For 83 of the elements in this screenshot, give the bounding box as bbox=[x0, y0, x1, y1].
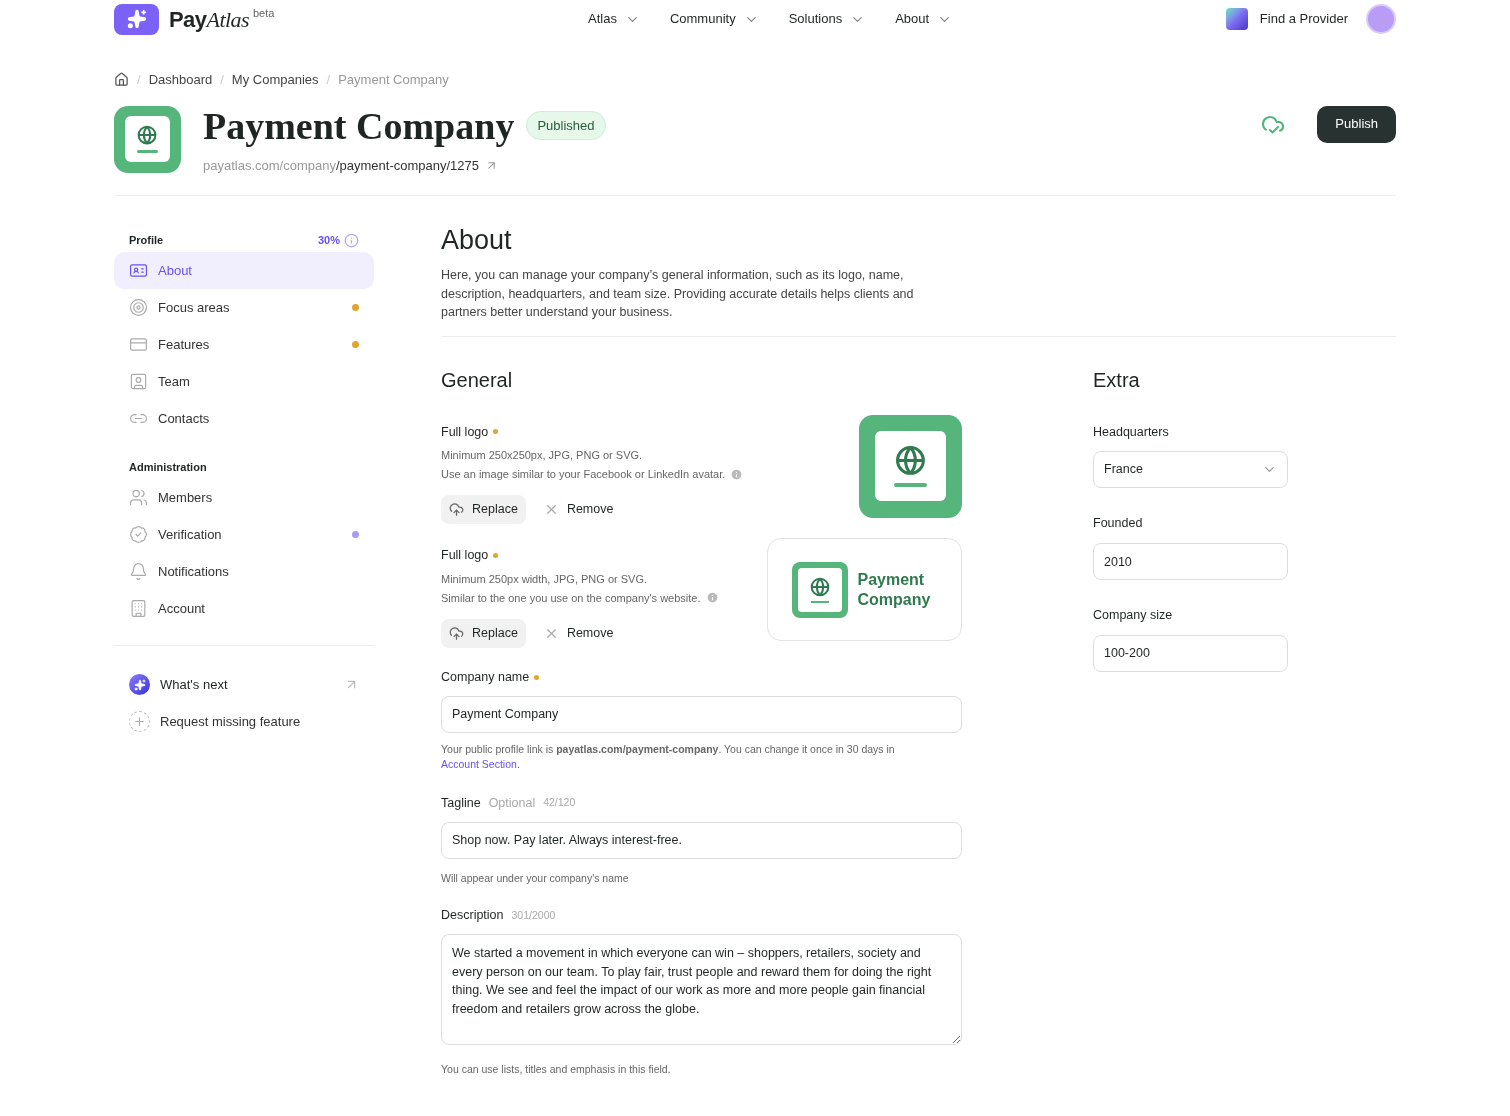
field-label: Headquarters bbox=[1093, 423, 1170, 441]
hint-text: Will appear under your company's name bbox=[441, 870, 630, 886]
sidebar-item[interactable]: Notifications bbox=[114, 553, 374, 590]
section-heading: Administration bbox=[129, 459, 207, 475]
find-provider-link[interactable]: Find a Provider bbox=[1259, 9, 1348, 29]
globe-icon bbox=[895, 445, 926, 476]
text-input[interactable]: 100-200 bbox=[1093, 634, 1288, 672]
publish-button[interactable]: Publish bbox=[1317, 105, 1396, 143]
section-heading: Profile bbox=[129, 232, 164, 248]
request-feature-link[interactable]: Request missing feature bbox=[114, 703, 374, 740]
user-square-icon bbox=[129, 372, 148, 391]
whats-next-link[interactable]: What's next bbox=[114, 666, 374, 703]
status-badge: Published bbox=[526, 110, 606, 141]
section-title: About bbox=[441, 224, 513, 256]
hint-text: Minimum 250px width, JPG, PNG or SVG. bbox=[441, 572, 648, 587]
sidebar-item[interactable]: Focus areas bbox=[114, 289, 374, 326]
provider-icon bbox=[1225, 8, 1248, 30]
field-label: Founded bbox=[1093, 515, 1144, 533]
sidebar-item[interactable]: About bbox=[114, 252, 374, 289]
building-icon bbox=[129, 599, 148, 618]
users-icon bbox=[129, 488, 148, 507]
hint-text: Similar to the one you use on the company's website. bbox=[441, 590, 701, 606]
about-description: Here, you can manage your company’s general information, such as its logo, name, description, headquarters, and team size. Providing accurate details helps clients and partners better understand your business. bbox=[441, 267, 915, 321]
avatar[interactable] bbox=[1366, 4, 1396, 34]
extra-title: Extra bbox=[1093, 367, 1141, 393]
progress-percent: 30% bbox=[317, 232, 340, 248]
replace-button[interactable]: Replace bbox=[441, 495, 526, 525]
info-icon[interactable] bbox=[344, 232, 359, 248]
field-label: Description bbox=[441, 907, 504, 925]
remove-button[interactable]: Remove bbox=[539, 500, 618, 520]
id-card-icon bbox=[129, 261, 148, 280]
globe-icon bbox=[809, 576, 830, 597]
target-icon bbox=[129, 298, 148, 317]
breadcrumb-separator: / bbox=[220, 71, 224, 89]
card-icon bbox=[129, 335, 148, 354]
sidebar-item[interactable]: Verification bbox=[114, 516, 374, 553]
sidebar-item[interactable]: Team bbox=[114, 363, 374, 400]
field-label: Full logo bbox=[441, 423, 489, 441]
sidebar-item[interactable]: Members bbox=[114, 479, 374, 516]
general-title: General bbox=[441, 367, 514, 393]
nav-menu[interactable]: Solutions bbox=[788, 9, 866, 29]
breadcrumb-link[interactable]: Dashboard bbox=[148, 70, 213, 90]
headquarters-select[interactable]: France bbox=[1093, 451, 1288, 489]
nav-menu[interactable]: About bbox=[895, 9, 953, 29]
sidebar-item[interactable]: Contacts bbox=[114, 400, 374, 437]
hint-text: Minimum 250x250px, JPG, PNG or SVG. bbox=[441, 448, 644, 464]
tagline-input[interactable]: Shop now. Pay later. Always interest-free. bbox=[441, 821, 962, 859]
company-name-input[interactable]: Payment Company bbox=[441, 695, 962, 733]
home-icon[interactable] bbox=[114, 72, 129, 88]
badge-check-icon bbox=[129, 525, 148, 544]
hint-text: Your public profile link is payatlas.com/payment-company. You can change it once in 30 days in Account Section. bbox=[441, 741, 896, 772]
field-label: Tagline bbox=[441, 794, 481, 812]
char-count: 301/2000 bbox=[511, 907, 556, 923]
account-section-link[interactable]: Account Section bbox=[441, 757, 517, 770]
hint-text: You can use lists, titles and emphasis in this field. bbox=[441, 1062, 672, 1077]
logo-icon[interactable] bbox=[114, 3, 159, 35]
description-textarea[interactable]: We started a movement in which everyone can win – shoppers, retailers, society and every person on our team. To play fair, trust people and reward them for doing the right thing. We see and feel the impact of our work as more and more people gain financial freedom and retailers grow across the globe. bbox=[441, 934, 962, 1045]
char-count: 42/120 bbox=[543, 795, 576, 811]
cloud-upload-icon bbox=[449, 626, 464, 641]
breadcrumb-link[interactable]: My Companies bbox=[231, 70, 319, 90]
text-input[interactable]: 2010 bbox=[1093, 543, 1288, 580]
optional-label: Optional bbox=[488, 794, 536, 812]
sidebar-item[interactable]: Account bbox=[114, 590, 374, 627]
logo-text: Payment Company bbox=[857, 569, 932, 610]
breadcrumb-separator: / bbox=[137, 71, 141, 89]
sparkle-icon bbox=[129, 674, 150, 695]
globe-icon bbox=[137, 125, 158, 146]
hint-text: Use an image similar to your Facebook or LinkedIn avatar. bbox=[441, 466, 726, 482]
company-url: payatlas.com/company/payment-company/1275 bbox=[203, 156, 480, 175]
nav-menu[interactable]: Atlas bbox=[588, 9, 640, 29]
field-label: Full logo bbox=[441, 547, 489, 565]
brand-name: PayAtlas bbox=[169, 5, 249, 34]
sidebar-item[interactable]: Features bbox=[114, 326, 374, 363]
bell-icon bbox=[129, 562, 148, 581]
breadcrumb-separator: / bbox=[326, 71, 331, 89]
nav-menu[interactable]: Community bbox=[669, 9, 759, 29]
field-label: Company size bbox=[1093, 607, 1174, 624]
beta-label: beta bbox=[253, 5, 275, 21]
company-title: Payment Company bbox=[203, 105, 515, 146]
field-label: Company name bbox=[441, 669, 530, 686]
remove-button[interactable]: Remove bbox=[539, 624, 618, 643]
replace-button[interactable]: Replace bbox=[441, 619, 526, 648]
cloud-upload-icon bbox=[449, 502, 464, 518]
